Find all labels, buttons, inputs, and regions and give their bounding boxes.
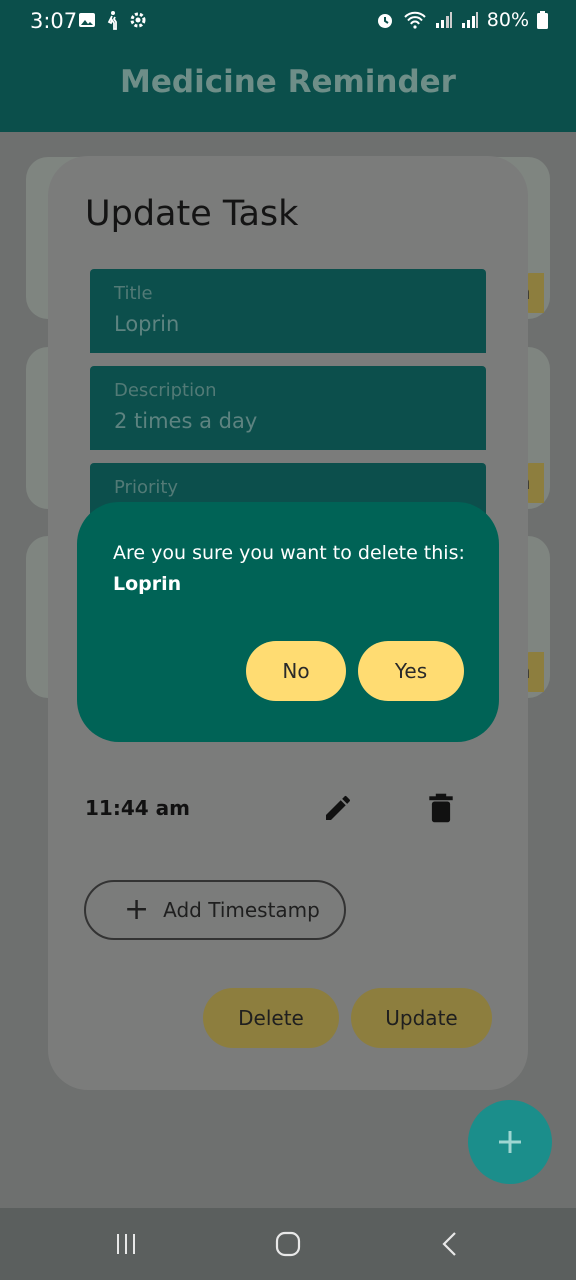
description-field[interactable]: Description 2 times a day [90,366,486,450]
app-title: Medicine Reminder [120,64,456,100]
recents-icon [117,1234,135,1254]
add-timestamp-button[interactable]: + Add Timestamp [84,880,346,940]
title-field-label: Title [114,283,153,304]
battery-percent: 80% [486,9,529,31]
priority-field-label: Priority [114,477,179,498]
walking-icon [107,11,117,30]
confirm-item-name: Loprin [113,573,182,595]
back-button[interactable] [430,1230,470,1258]
no-button[interactable]: No [246,641,346,701]
description-field-label: Description [114,380,217,401]
status-bar: 3:07 80% [0,0,576,42]
status-right: 80% [375,9,548,31]
timestamp-text: 11:44 am [85,796,190,820]
update-button[interactable]: Update [351,988,492,1048]
signal-icon [461,12,478,28]
alarm-icon [377,14,392,28]
add-timestamp-label: Add Timestamp [163,898,320,922]
description-field-value: 2 times a day [114,409,258,433]
plus-icon [499,1131,521,1153]
edit-icon[interactable] [322,792,354,824]
wifi-icon [404,11,426,29]
settings-icon [130,12,146,28]
title-field-value: Loprin [114,312,180,336]
confirm-delete-dialog: Are you sure you want to delete this: Lo… [77,502,499,742]
status-left-icons [78,10,148,30]
dialog-title: Update Task [85,194,299,234]
trash-icon[interactable] [428,792,454,824]
home-button[interactable] [268,1230,308,1258]
image-icon [79,13,95,27]
delete-button[interactable]: Delete [203,988,339,1048]
status-time: 3:07 [30,9,78,33]
add-fab-button[interactable] [468,1100,552,1184]
plus-icon: + [124,892,150,927]
yes-button[interactable]: Yes [358,641,464,701]
confirm-message: Are you sure you want to delete this: [113,542,465,564]
title-field[interactable]: Title Loprin [90,269,486,353]
recents-button[interactable] [106,1230,146,1258]
battery-icon [537,11,548,29]
navigation-bar [0,1208,576,1280]
back-icon [442,1232,456,1256]
home-icon [275,1231,301,1257]
app-bar: Medicine Reminder [0,42,576,132]
signal-icon [435,12,452,28]
